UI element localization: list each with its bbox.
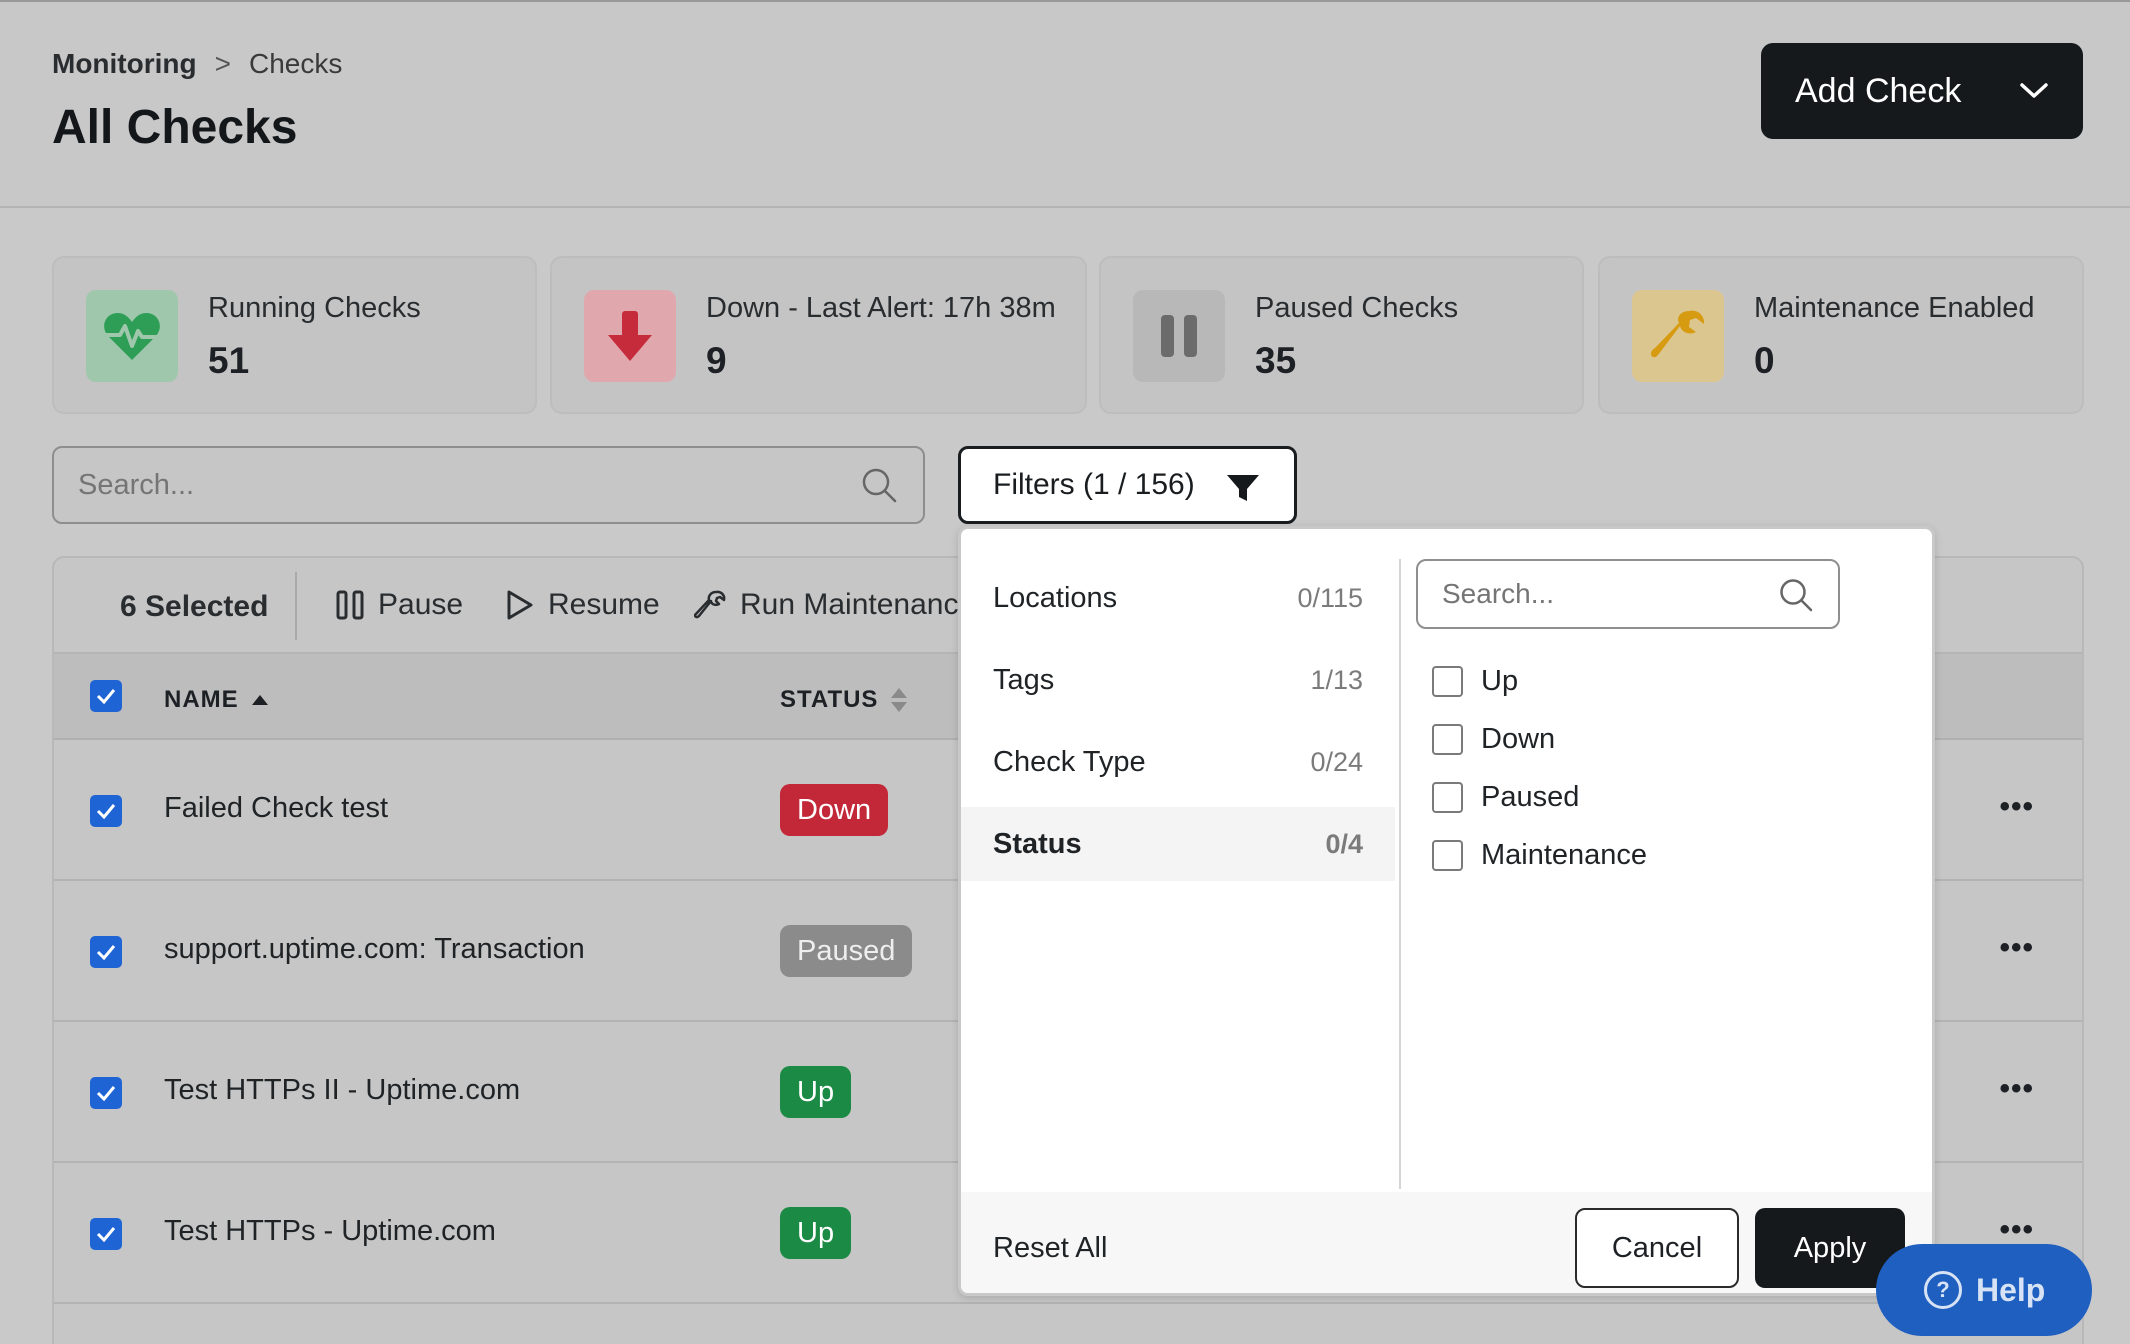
search-icon[interactable] [1778,577,1814,613]
column-header-status[interactable]: STATUS [780,686,908,714]
divider [1399,559,1401,1189]
row-checkbox[interactable] [90,936,122,968]
arrow-down-icon [584,290,676,382]
check-name[interactable]: Test HTTPs II - Uptime.com [164,1074,520,1107]
row-menu-button[interactable]: ••• [1999,1072,2034,1106]
sort-icon [891,688,908,712]
filter-category-status[interactable]: Status 0/4 [961,807,1395,881]
selected-count: 6 Selected [120,590,269,623]
column-header-name[interactable]: NAME [164,686,269,714]
heartbeat-icon [86,290,178,382]
sort-ascending-icon [251,695,268,705]
filter-dropdown-panel: Locations 0/115 Tags 1/13 Check Type 0/2… [958,526,1935,1296]
pause-action-button[interactable]: Pause [336,588,463,622]
check-name[interactable]: Failed Check test [164,792,388,825]
row-checkbox[interactable] [90,1077,122,1109]
pause-outline-icon [336,590,364,620]
add-check-button[interactable]: Add Check [1761,43,2083,139]
stat-value: 9 [706,340,727,381]
status-option-maintenance[interactable]: Maintenance [1432,839,1647,872]
reset-all-button[interactable]: Reset All [993,1232,1107,1265]
filters-button[interactable]: Filters (1 / 156) [958,446,1297,524]
stat-label: Maintenance Enabled [1754,292,2035,324]
row-menu-button[interactable]: ••• [1999,1213,2034,1247]
breadcrumb-separator: > [214,48,231,79]
resume-label: Resume [548,588,660,621]
search-input[interactable] [52,446,925,524]
breadcrumb: Monitoring > Checks [52,48,342,80]
question-icon: ? [1924,1271,1962,1309]
status-badge: Paused [780,925,913,977]
filter-count: 0/115 [1297,582,1363,613]
add-check-label: Add Check [1795,71,1962,110]
cancel-button[interactable]: Cancel [1575,1208,1739,1288]
pause-label: Pause [378,588,464,621]
stat-label: Running Checks [208,292,421,324]
status-badge: Down [780,784,889,836]
filter-count: 0/4 [1325,828,1363,859]
chevron-down-icon[interactable] [2019,77,2049,103]
stat-label: Paused Checks [1255,292,1459,324]
resume-action-button[interactable]: Resume [506,588,660,622]
filter-panel-footer: Reset All Cancel Apply [961,1192,1932,1293]
help-label: Help [1976,1271,2046,1308]
checkbox[interactable] [1432,840,1463,871]
filter-count: 1/13 [1310,664,1363,695]
divider [295,572,297,640]
status-badge: Up [780,1207,852,1259]
stat-card-paused[interactable]: Paused Checks 35 [1099,256,1584,414]
pause-icon [1133,290,1225,382]
run-maintenance-label: Run Maintenanc [740,588,959,621]
breadcrumb-monitoring[interactable]: Monitoring [52,48,197,80]
stat-value: 51 [208,340,250,381]
wrench-icon [1632,290,1724,382]
stat-value: 0 [1754,340,1775,381]
play-outline-icon [507,590,533,620]
search-icon[interactable] [860,466,898,504]
page-title: All Checks [52,101,298,154]
check-name[interactable]: support.uptime.com: Transaction [164,933,585,966]
status-option-paused[interactable]: Paused [1432,781,1579,814]
help-button[interactable]: ? Help [1876,1244,2092,1336]
stat-card-running[interactable]: Running Checks 51 [52,256,537,414]
select-all-checkbox[interactable] [90,680,122,712]
filter-count: 0/24 [1310,746,1363,777]
filter-category-check-type[interactable]: Check Type 0/24 [961,725,1395,799]
stat-card-maintenance[interactable]: Maintenance Enabled 0 [1598,256,2084,414]
checkbox[interactable] [1432,666,1463,697]
filter-category-locations[interactable]: Locations 0/115 [961,561,1395,635]
stat-card-down[interactable]: Down - Last Alert: 17h 38m 9 [550,256,1087,414]
row-menu-button[interactable]: ••• [1999,931,2034,965]
check-name[interactable]: Test HTTPs - Uptime.com [164,1215,496,1248]
run-maintenance-action-button[interactable]: Run Maintenanc [694,588,958,622]
row-checkbox[interactable] [90,795,122,827]
status-option-down[interactable]: Down [1432,723,1555,756]
checkbox[interactable] [1432,724,1463,755]
breadcrumb-checks: Checks [248,48,343,79]
filter-search-input[interactable] [1416,559,1840,629]
wrench-outline-icon [694,590,726,619]
filter-category-tags[interactable]: Tags 1/13 [961,643,1395,717]
row-checkbox[interactable] [90,1218,122,1250]
status-badge: Up [780,1066,852,1118]
stat-value: 35 [1255,340,1297,381]
filters-label: Filters (1 / 156) [993,468,1195,501]
status-option-up[interactable]: Up [1432,665,1518,698]
row-menu-button[interactable]: ••• [1999,790,2034,824]
checkbox[interactable] [1432,782,1463,813]
funnel-icon [1227,475,1259,501]
stat-label: Down - Last Alert: 17h 38m [706,292,1056,324]
